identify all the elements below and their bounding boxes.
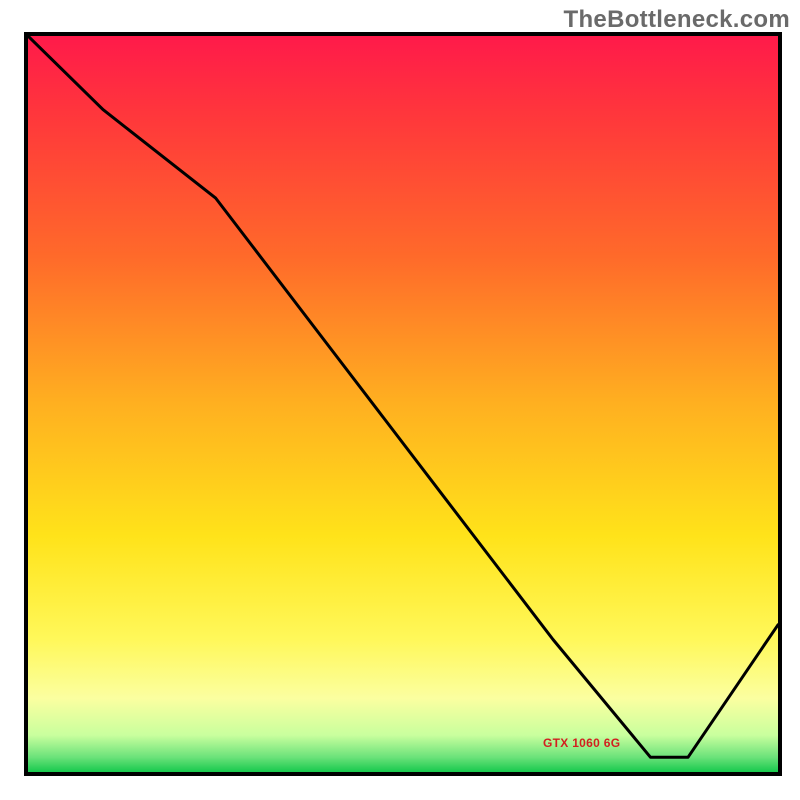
chart-stage: TheBottleneck.com [0,0,800,800]
series-label: GTX 1060 6G [543,736,620,750]
line-chart-layer [28,36,778,772]
plot-area: GTX 1060 6G [24,36,778,776]
plot-right-border [778,32,782,776]
watermark-text: TheBottleneck.com [564,6,790,34]
series-line [28,36,778,757]
